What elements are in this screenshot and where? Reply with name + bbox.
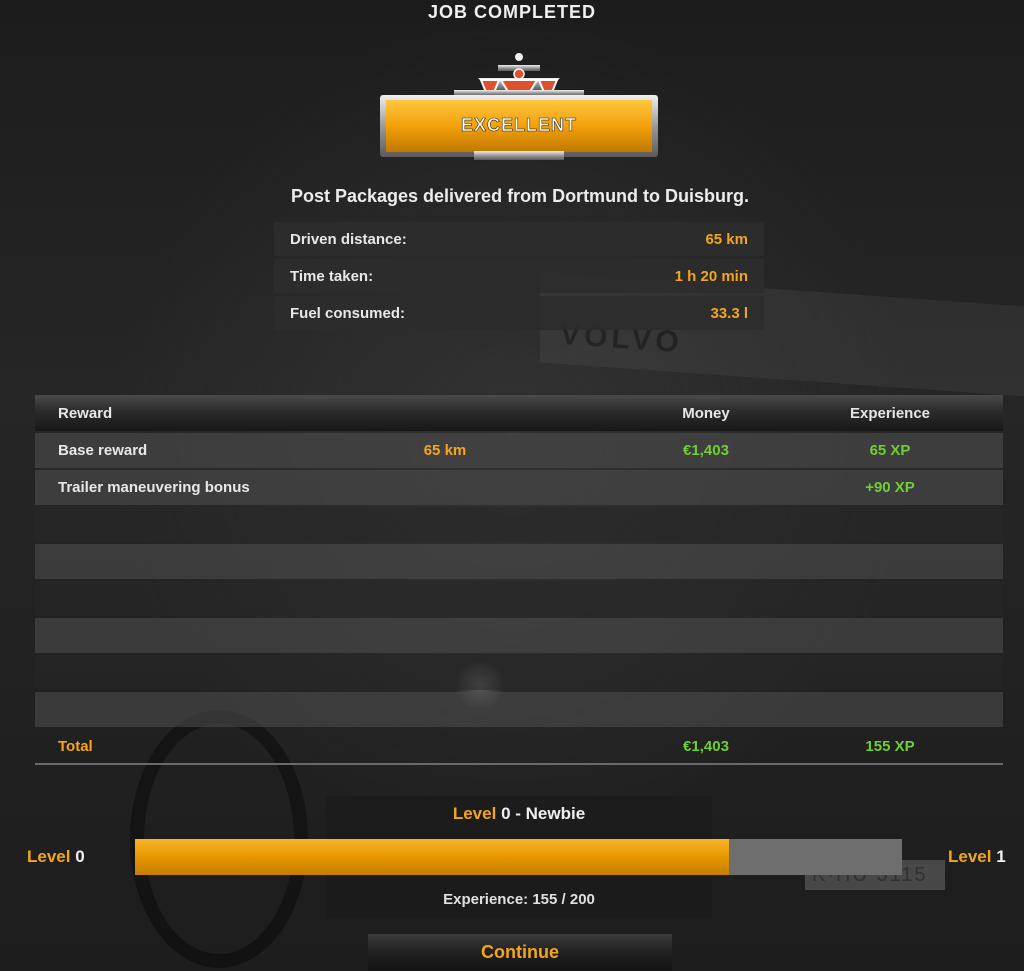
total-money: €1,403 [683, 737, 729, 755]
reward-distance: 65 km [423, 442, 467, 459]
reward-name: Base reward [58, 442, 148, 459]
reward-money [635, 470, 777, 505]
table-row-empty [35, 544, 1003, 579]
stat-value: 65 km [705, 230, 748, 248]
table-total-row: Total €1,403 155 XP [35, 729, 1003, 765]
stat-row-time: Time taken: 1 h 20 min [274, 259, 764, 293]
stat-label: Fuel consumed: [290, 304, 406, 322]
table-row-empty [35, 692, 1003, 727]
delivery-summary: Post Packages delivered from Dortmund to… [290, 186, 750, 206]
rewards-table-header: Reward Money Experience [35, 395, 1003, 431]
next-level-number: 1 [996, 847, 1006, 866]
current-level-number: 0 [75, 847, 85, 866]
continue-button[interactable]: Continue [368, 934, 672, 971]
reward-xp: +90 XP [865, 479, 915, 496]
experience-progress-fill [135, 839, 730, 875]
current-level-word: Level [27, 847, 71, 866]
reward-xp: 65 XP [869, 442, 911, 459]
table-row: Base reward 65 km €1,403 65 XP [35, 433, 1003, 468]
reward-distance [375, 470, 515, 505]
experience-text: Experience: 155 / 200 [443, 891, 595, 908]
table-row-empty [35, 581, 1003, 616]
table-row: Trailer maneuvering bonus +90 XP [35, 470, 1003, 505]
stat-value: 33.3 l [710, 304, 748, 322]
total-xp: 155 XP [865, 737, 915, 755]
rewards-table: Reward Money Experience Base reward 65 k… [35, 395, 1003, 765]
rating-label: EXCELLENT [461, 115, 577, 135]
stat-label: Driven distance: [290, 230, 407, 248]
current-level: Level 0 [27, 847, 85, 867]
table-row-empty [35, 507, 1003, 542]
table-row-empty [35, 618, 1003, 653]
stat-row-fuel: Fuel consumed: 33.3 l [274, 296, 764, 330]
level-title: Level 0 - Newbie [326, 804, 712, 824]
stat-label: Time taken: [290, 267, 374, 285]
column-header-experience: Experience [849, 404, 931, 422]
reward-name: Trailer maneuvering bonus [58, 479, 250, 496]
level-title-word: Level [452, 804, 497, 823]
next-level: Level 1 [948, 847, 1006, 867]
reward-money: €1,403 [683, 442, 729, 459]
page-title: JOB COMPLETED [427, 2, 596, 22]
level-rank: - Newbie [510, 804, 586, 823]
stat-row-distance: Driven distance: 65 km [274, 222, 764, 256]
column-header-money: Money [682, 404, 730, 422]
total-label: Total [58, 737, 93, 755]
rating-badge: EXCELLENT [380, 53, 658, 160]
experience-progress-bar [135, 839, 902, 875]
stat-value: 1 h 20 min [674, 267, 748, 285]
level-title-number: 0 [501, 804, 511, 823]
next-level-word: Level [948, 847, 992, 866]
column-header-reward: Reward [58, 404, 113, 422]
table-row-empty [35, 655, 1003, 690]
job-stats: Driven distance: 65 km Time taken: 1 h 2… [274, 222, 764, 333]
